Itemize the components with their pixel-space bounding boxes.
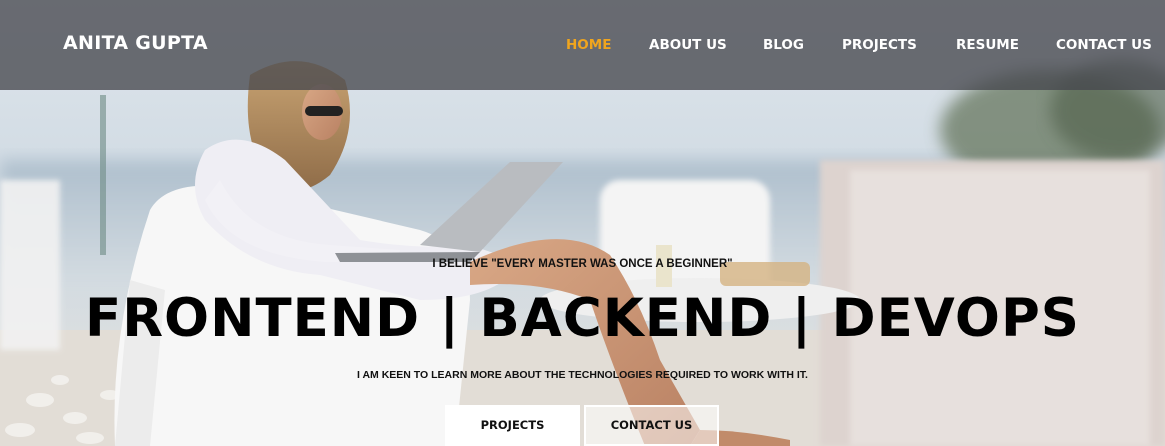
nav-item-blog[interactable]: BLOG bbox=[763, 37, 804, 53]
projects-button[interactable]: PROJECTS bbox=[445, 405, 580, 446]
contact-us-button[interactable]: CONTACT US bbox=[584, 405, 719, 446]
nav-item-resume[interactable]: RESUME bbox=[956, 37, 1019, 53]
hero-subline: I AM KEEN TO LEARN MORE ABOUT THE TECHNO… bbox=[357, 369, 808, 381]
top-navbar: ANITA GUPTA HOME ABOUT US BLOG PROJECTS … bbox=[0, 0, 1165, 90]
nav-item-about-us[interactable]: ABOUT US bbox=[649, 37, 727, 53]
main-nav: HOME ABOUT US BLOG PROJECTS RESUME CONTA… bbox=[0, 37, 1165, 57]
hero-quote: I BELIEVE "EVERY MASTER WAS ONCE A BEGIN… bbox=[432, 258, 733, 270]
nav-item-home[interactable]: HOME bbox=[566, 37, 611, 53]
nav-item-contact-us[interactable]: CONTACT US bbox=[1056, 37, 1152, 53]
nav-item-projects[interactable]: PROJECTS bbox=[842, 37, 917, 53]
hero-headline: FRONTEND | BACKEND | DEVOPS bbox=[85, 288, 1080, 349]
